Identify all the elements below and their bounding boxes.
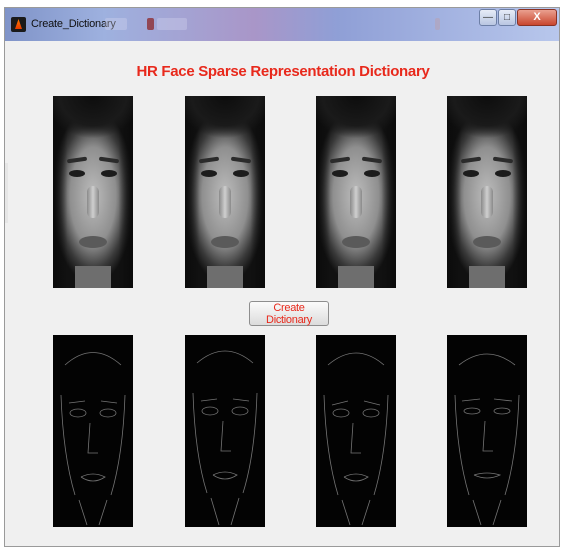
title-bar[interactable]: Create_Dictionary — □ X xyxy=(5,8,559,41)
blurred-taskbar-item xyxy=(105,18,127,30)
matlab-icon[interactable] xyxy=(11,17,26,32)
page-title: HR Face Sparse Representation Dictionary xyxy=(136,63,430,80)
window-edge xyxy=(5,163,8,223)
hr-face-image-4 xyxy=(447,96,527,288)
maximize-icon: □ xyxy=(503,12,511,23)
dictionary-image-3 xyxy=(316,335,396,527)
hr-face-image-3 xyxy=(316,96,396,288)
close-button[interactable]: X xyxy=(517,9,557,26)
window-controls: — □ X xyxy=(478,9,557,29)
create-dictionary-button[interactable]: Create Dictionary xyxy=(249,301,329,326)
maximize-button[interactable]: □ xyxy=(498,9,516,26)
app-window: Create_Dictionary — □ X HR Face Sparse R… xyxy=(4,7,560,547)
dictionary-image-4 xyxy=(447,335,527,527)
hr-face-image-1 xyxy=(53,96,133,288)
close-icon: X xyxy=(533,11,541,23)
hr-face-image-2 xyxy=(185,96,265,288)
blurred-taskbar-item xyxy=(157,18,187,30)
minimize-icon: — xyxy=(483,12,493,23)
dictionary-image-2 xyxy=(185,335,265,527)
dictionary-image-1 xyxy=(53,335,133,527)
minimize-button[interactable]: — xyxy=(479,9,497,26)
blurred-taskbar-item xyxy=(435,18,440,30)
blurred-taskbar-icon xyxy=(147,18,154,30)
window-title: Create_Dictionary xyxy=(31,18,116,30)
